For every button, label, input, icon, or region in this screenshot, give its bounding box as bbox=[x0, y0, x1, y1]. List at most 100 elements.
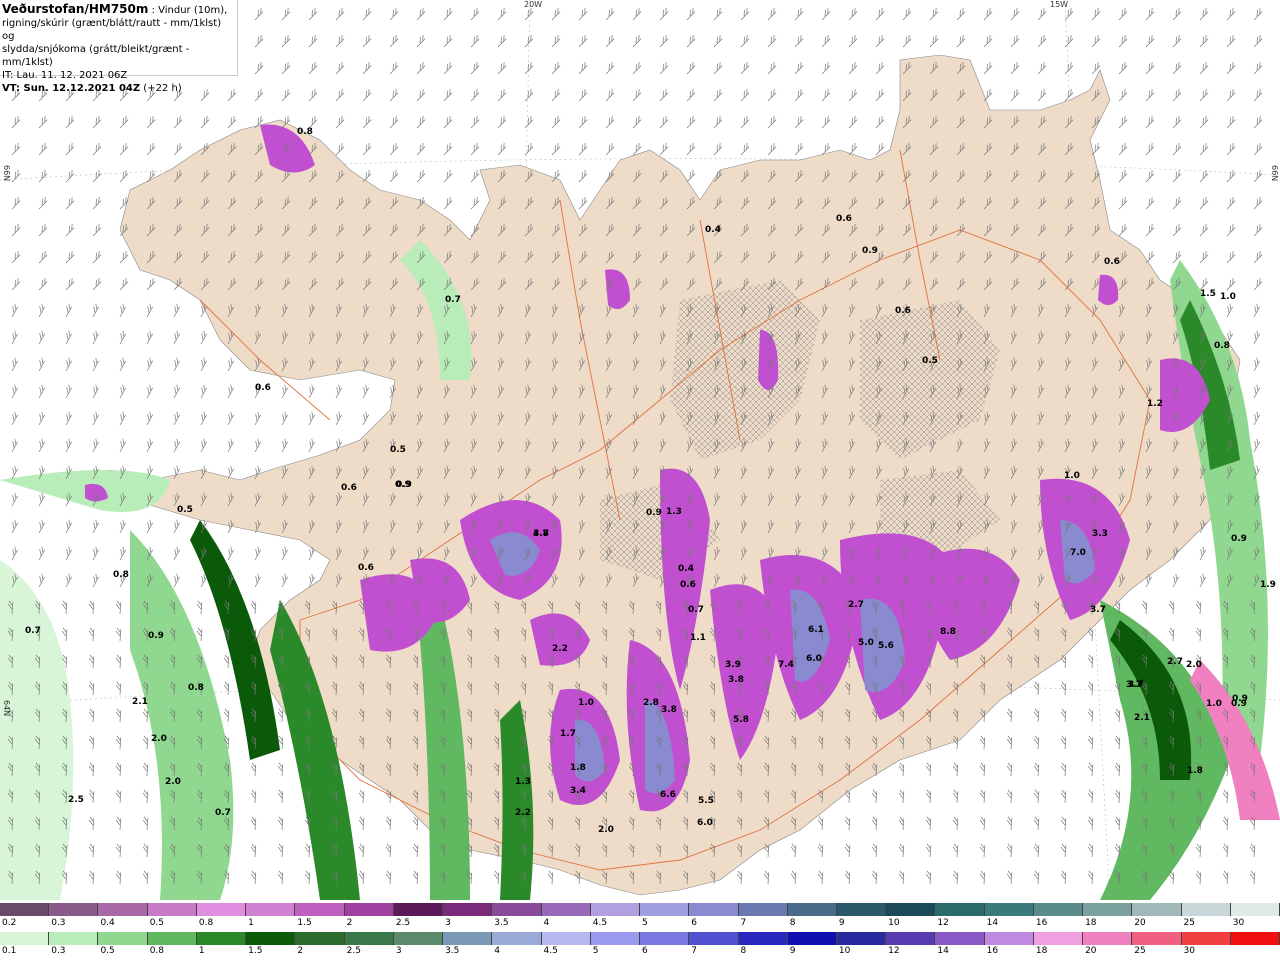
legend-tick: 12 bbox=[937, 918, 949, 928]
legend-swatch bbox=[738, 903, 788, 916]
precip-value-label: 3.7 bbox=[1090, 605, 1106, 615]
map-title-box: Veðurstofan/HM750m : Vindur (10m), rigni… bbox=[0, 0, 238, 94]
legend-swatch bbox=[295, 903, 345, 916]
legend-ticks-snow: 0.2 0.3 0.4 0.5 0.8 1 1.5 2 2.5 3 3.5 4 4.5 5 6 7 8 9 10 12… bbox=[0, 918, 1280, 930]
precip-value-label: 2.1 bbox=[1134, 713, 1150, 723]
title-line2: rigning/skúrir (grænt/blátt/rautt - mm/1… bbox=[2, 18, 222, 42]
legend-swatch bbox=[836, 903, 887, 916]
legend-tick: 20 bbox=[1085, 946, 1097, 956]
legend-tick: 12 bbox=[888, 946, 900, 956]
legend-swatch bbox=[98, 932, 148, 945]
precip-value-label: 2.2 bbox=[552, 644, 568, 654]
legend-swatch bbox=[1230, 932, 1280, 945]
precip-value-label: 3.7 bbox=[1128, 680, 1144, 690]
legend-swatch bbox=[787, 932, 837, 945]
issue-time: IT: Lau. 11. 12. 2021 06Z bbox=[2, 70, 128, 81]
legend-swatch bbox=[689, 903, 739, 916]
legend-swatch bbox=[886, 903, 936, 916]
legend-tick: 4.5 bbox=[543, 946, 558, 956]
precip-value-label: 3.9 bbox=[725, 660, 741, 670]
legend-tick: 0.2 bbox=[2, 918, 17, 928]
legend-tick: 0.8 bbox=[198, 918, 214, 928]
precip-value-label: 1.2 bbox=[1147, 399, 1163, 409]
legend-tick: 6 bbox=[642, 946, 648, 956]
precip-value-label: 2.0 bbox=[165, 777, 181, 787]
precip-value-label: 6.6 bbox=[660, 790, 676, 800]
precip-value-label: 1.0 bbox=[1064, 471, 1080, 481]
precip-value-label: 5.0 bbox=[858, 638, 874, 648]
legend-tick: 4.5 bbox=[592, 918, 608, 928]
legend-tick: 25 bbox=[1183, 918, 1195, 928]
legend-tick: 18 bbox=[1085, 918, 1097, 928]
legend-swatch bbox=[738, 932, 788, 945]
legend-tick: 14 bbox=[986, 918, 999, 928]
precip-value-label: 0.6 bbox=[341, 483, 357, 493]
legend-swatch bbox=[147, 932, 197, 945]
title-line3: slydda/snjókoma (grátt/bleikt/grænt - mm… bbox=[2, 44, 190, 68]
legend-swatch bbox=[0, 932, 50, 945]
legend-swatch bbox=[787, 903, 837, 916]
lat-label-66n: 66N bbox=[2, 165, 11, 182]
precip-value-label: 0.5 bbox=[922, 356, 938, 366]
precip-value-label: 0.9 bbox=[148, 631, 164, 641]
precip-value-label: 1.3 bbox=[666, 507, 682, 517]
legend-swatch bbox=[393, 932, 444, 945]
precip-value-label: 5.5 bbox=[698, 796, 714, 806]
weather-map: 0.8 0.7 0.6 0.5 0.9 0.8 0.7 0.9 0.8 2.1 2.0 2.0 2.5 0… bbox=[0, 0, 1280, 900]
precip-value-label: 1.1 bbox=[690, 633, 706, 643]
valid-time: VT: Sun. 12.12.2021 04Z bbox=[2, 83, 141, 94]
legend-tick: 3 bbox=[395, 946, 402, 956]
lon-label-20w: 20W bbox=[524, 0, 543, 9]
precip-value-label: 0.6 bbox=[255, 383, 271, 393]
precip-value-label: 0.8 bbox=[297, 127, 313, 137]
legend-swatch bbox=[1230, 903, 1280, 916]
legend-tick: 1.5 bbox=[248, 946, 263, 956]
legend-tick: 6 bbox=[691, 918, 697, 928]
precip-value-label: 3.4 bbox=[570, 786, 586, 796]
title-bold: Veðurstofan/HM750m bbox=[2, 2, 149, 16]
legend-tick: 1 bbox=[248, 918, 254, 928]
precip-value-label: 2.0 bbox=[598, 825, 614, 835]
legend-tick: 3.5 bbox=[494, 918, 509, 928]
legend-tick: 10 bbox=[838, 946, 851, 956]
legend-swatch bbox=[0, 903, 50, 916]
precip-value-label: 0.9 bbox=[646, 508, 662, 518]
legend-swatch bbox=[49, 903, 99, 916]
legend-swatch bbox=[984, 932, 1034, 945]
precip-value-label: 1.8 bbox=[1187, 766, 1203, 776]
legend-tick: 3 bbox=[445, 918, 451, 928]
legend-swatch bbox=[196, 932, 247, 945]
precip-value-label: 0.6 bbox=[836, 214, 852, 224]
precip-value-label: 0.7 bbox=[688, 605, 704, 615]
legend-tick: 0.5 bbox=[100, 946, 115, 956]
legend-tick: 5 bbox=[642, 918, 648, 928]
legend-swatch bbox=[344, 932, 394, 945]
legend-tick: 2.5 bbox=[395, 918, 411, 928]
legend-tick: 8 bbox=[740, 946, 747, 956]
precip-value-label: 2.2 bbox=[515, 808, 531, 818]
legend-swatch bbox=[590, 932, 641, 945]
legend-swatch bbox=[590, 903, 641, 916]
legend-swatch bbox=[1181, 932, 1231, 945]
legend-swatch bbox=[1181, 903, 1231, 916]
legend-tick: 9 bbox=[789, 946, 796, 956]
legend-swatch bbox=[443, 932, 493, 945]
precip-value-label: 0.8 bbox=[1214, 341, 1230, 351]
precip-value-label: 0.6 bbox=[895, 306, 911, 316]
precip-value-label: 2.8 bbox=[643, 698, 659, 708]
legend-swatch bbox=[492, 932, 542, 945]
legend-swatch bbox=[1083, 903, 1133, 916]
legend-tick: 20 bbox=[1134, 918, 1146, 928]
legend-scale-snow bbox=[0, 903, 1280, 916]
precip-value-label: 6.0 bbox=[697, 818, 713, 828]
lat-label-66n-right: 66N bbox=[1270, 165, 1279, 182]
precip-value-label: 1.3 bbox=[515, 777, 531, 787]
precip-value-label: 1.7 bbox=[560, 729, 576, 739]
legend-swatch bbox=[1132, 903, 1182, 916]
precip-value-label: 1.0 bbox=[1206, 699, 1222, 709]
legend-swatch bbox=[984, 903, 1034, 916]
precip-value-label: 8.8 bbox=[940, 627, 956, 637]
legend-tick: 2.5 bbox=[346, 946, 361, 956]
precip-value-label: 0.4 bbox=[678, 564, 694, 574]
legend-swatch bbox=[1083, 932, 1133, 945]
